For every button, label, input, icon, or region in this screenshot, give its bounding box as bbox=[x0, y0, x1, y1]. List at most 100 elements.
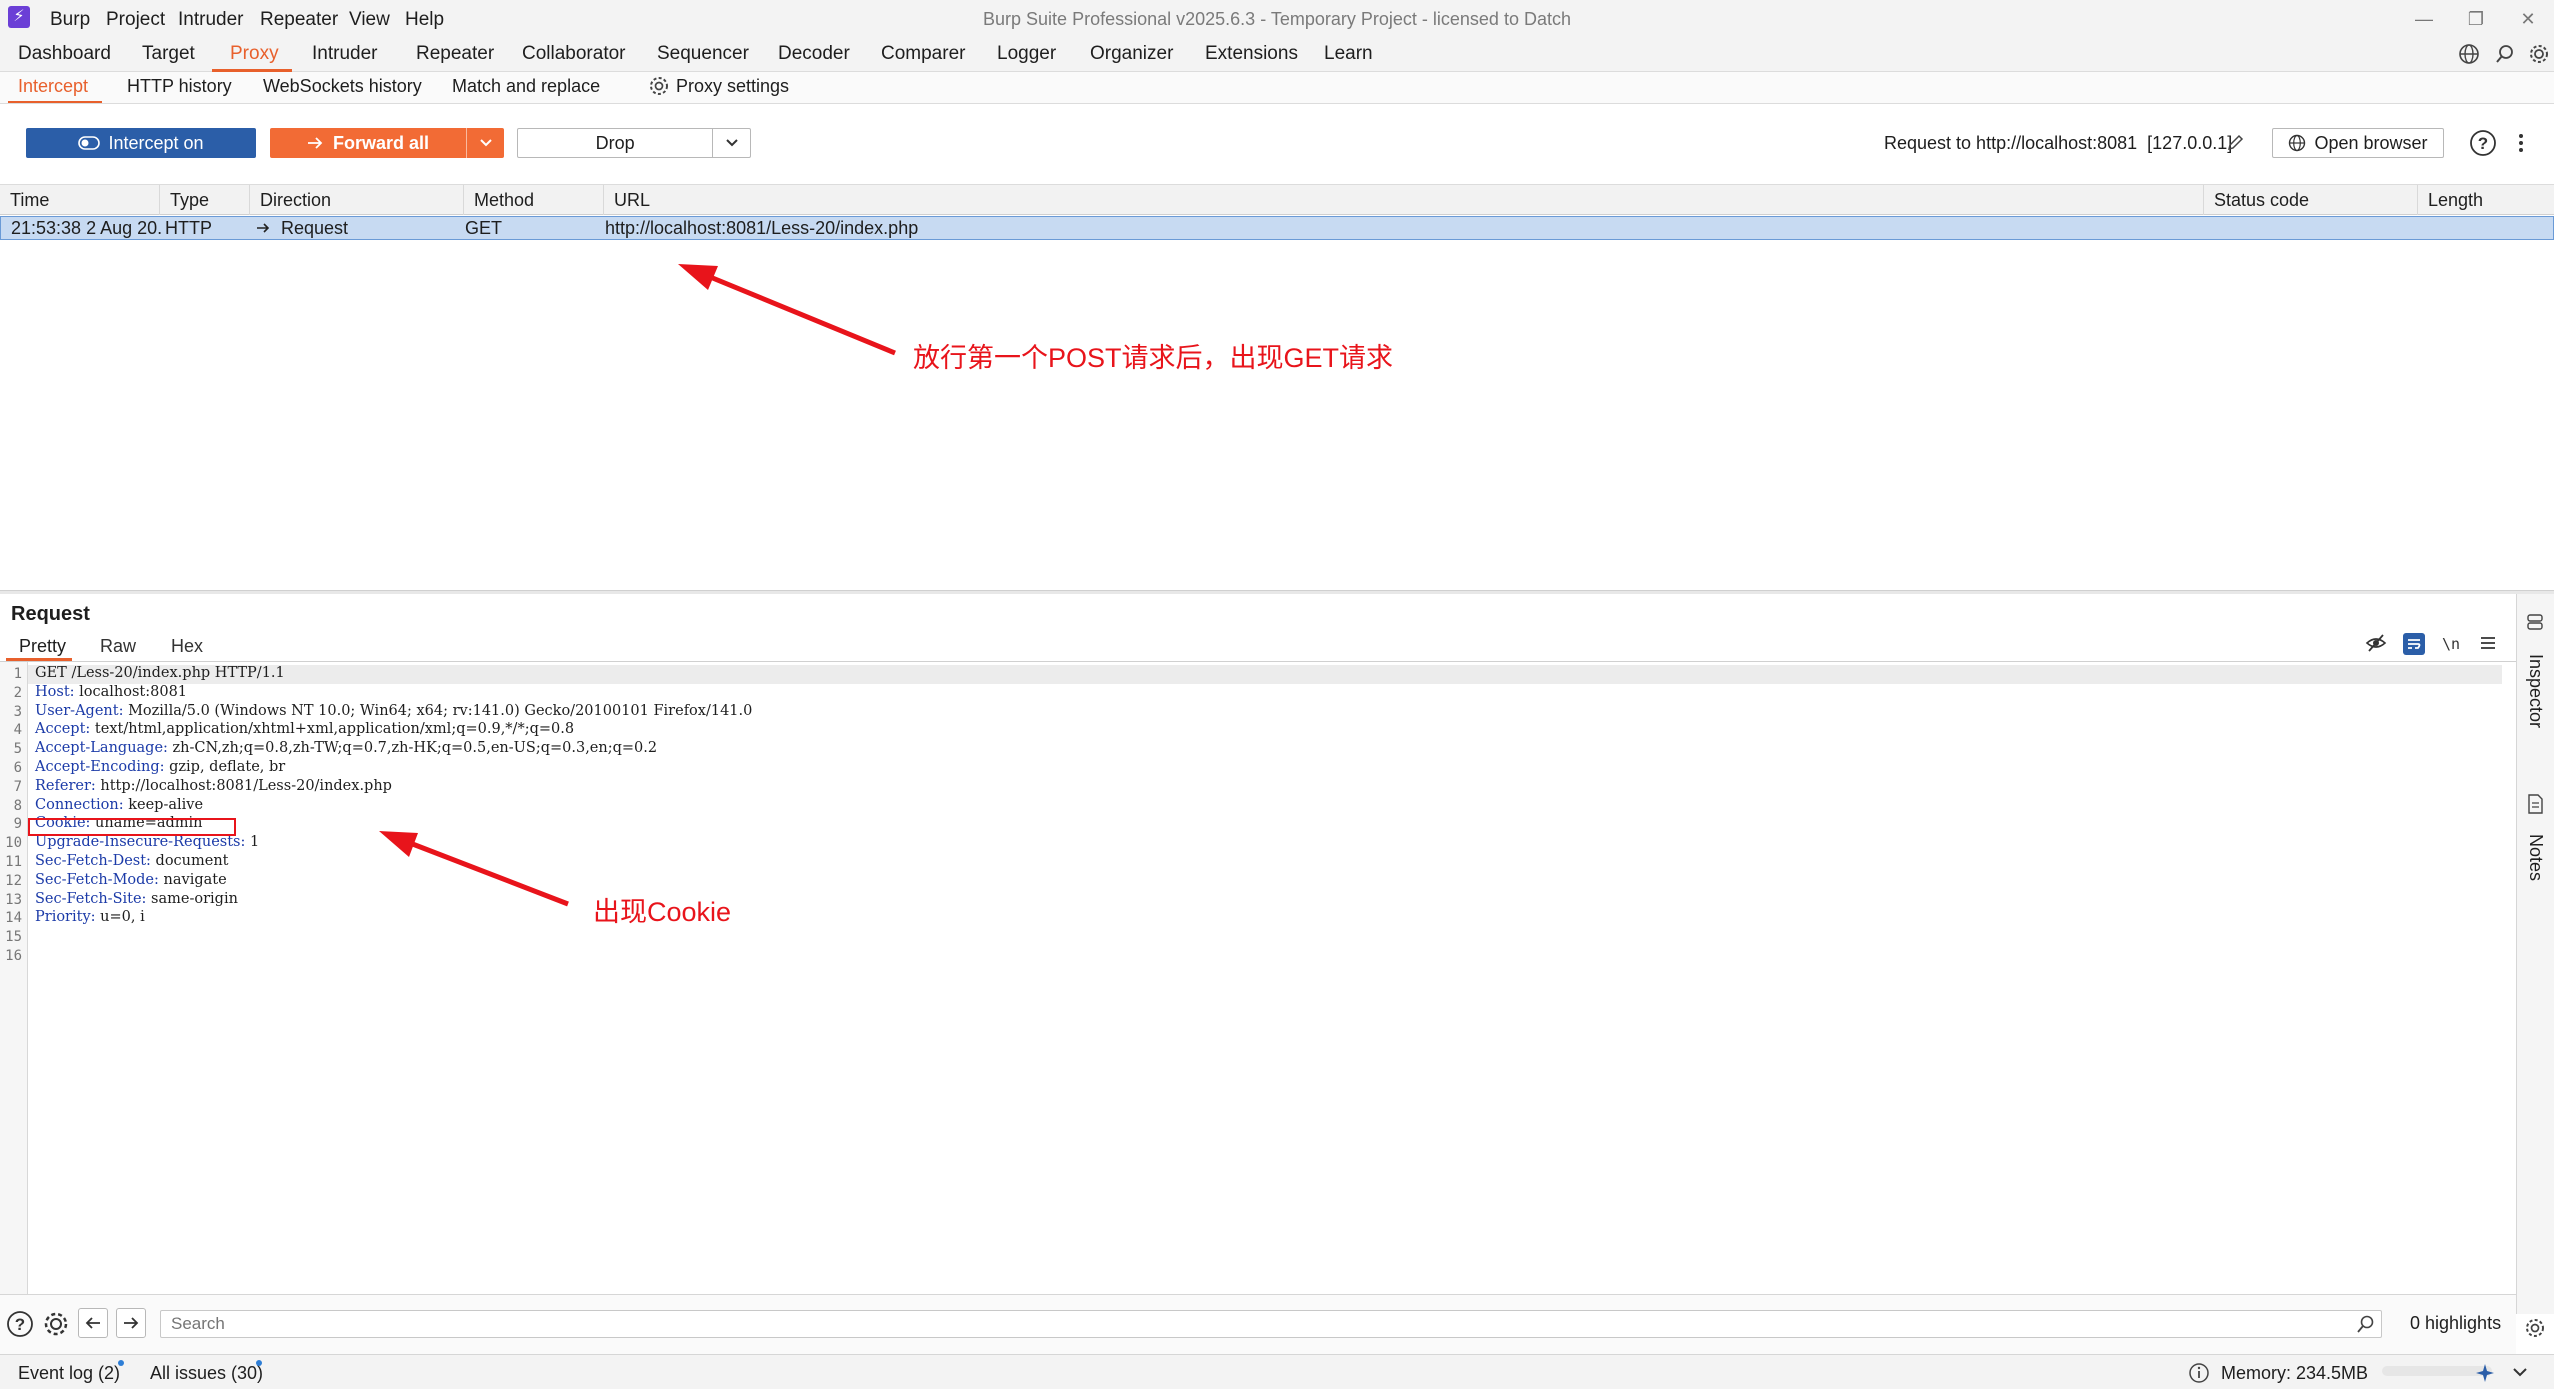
tab-repeater[interactable]: Repeater bbox=[416, 43, 494, 65]
search-input[interactable] bbox=[160, 1310, 2382, 1338]
drop-dropdown-button[interactable] bbox=[712, 129, 750, 157]
menu-project[interactable]: Project bbox=[106, 9, 165, 31]
col-method[interactable]: Method bbox=[464, 185, 604, 215]
ai-sparkle-icon[interactable] bbox=[2474, 1362, 2496, 1384]
tab-comparer[interactable]: Comparer bbox=[881, 43, 965, 65]
tab-target[interactable]: Target bbox=[142, 43, 195, 65]
header-key: User-Agent: bbox=[35, 702, 124, 719]
help-icon[interactable]: ? bbox=[2469, 129, 2497, 157]
tab-sequencer[interactable]: Sequencer bbox=[657, 43, 749, 65]
burp-logo-icon: ⚡ bbox=[8, 6, 30, 28]
info-icon[interactable] bbox=[2188, 1362, 2210, 1384]
newline-toggle-icon[interactable]: \n bbox=[2440, 632, 2462, 654]
request-line[interactable]: Referer: http://localhost:8081/Less-20/i… bbox=[35, 778, 392, 794]
subtab-http-history[interactable]: HTTP history bbox=[127, 76, 232, 97]
request-line[interactable]: Sec-Fetch-Mode: navigate bbox=[35, 872, 227, 888]
svg-text:?: ? bbox=[2478, 134, 2488, 153]
subtab-websockets-history[interactable]: WebSockets history bbox=[263, 76, 422, 97]
inspector-tab[interactable]: Inspector bbox=[2525, 654, 2546, 728]
forward-dropdown-button[interactable] bbox=[466, 128, 504, 158]
menu-repeater[interactable]: Repeater bbox=[260, 9, 338, 31]
line-number: 7 bbox=[13, 778, 22, 795]
forward-all-main[interactable]: Forward all bbox=[270, 128, 466, 158]
header-key: Accept-Encoding: bbox=[35, 759, 165, 775]
subtab-match-and-replace[interactable]: Match and replace bbox=[452, 76, 600, 97]
request-line[interactable]: Accept-Language: zh-CN,zh;q=0.8,zh-TW;q=… bbox=[35, 740, 657, 756]
search-icon[interactable] bbox=[2494, 43, 2516, 65]
search-icon[interactable] bbox=[2356, 1314, 2376, 1334]
header-key: Sec-Fetch-Mode: bbox=[35, 871, 159, 888]
previous-match-button[interactable] bbox=[78, 1308, 108, 1338]
settings-gear-icon[interactable] bbox=[2528, 43, 2550, 65]
header-value: localhost:8081 bbox=[74, 683, 188, 700]
intercept-toggle-button[interactable]: Intercept on bbox=[26, 128, 256, 158]
settings-gear-icon[interactable] bbox=[42, 1310, 70, 1338]
globe-icon[interactable] bbox=[2458, 43, 2480, 65]
menu-help[interactable]: Help bbox=[405, 9, 444, 31]
close-icon[interactable]: ✕ bbox=[2504, 4, 2552, 34]
col-type[interactable]: Type bbox=[160, 185, 250, 215]
wrap-lines-icon[interactable] bbox=[2402, 632, 2426, 656]
help-icon[interactable]: ? bbox=[6, 1310, 34, 1338]
tab-proxy[interactable]: Proxy bbox=[230, 43, 279, 65]
subtab-proxy-settings[interactable]: Proxy settings bbox=[676, 76, 789, 97]
edit-pencil-icon[interactable] bbox=[2226, 132, 2246, 152]
menu-view[interactable]: View bbox=[349, 9, 390, 31]
tab-learn[interactable]: Learn bbox=[1324, 43, 1373, 65]
col-direction[interactable]: Direction bbox=[250, 185, 464, 215]
minimize-icon[interactable]: — bbox=[2400, 4, 2448, 34]
tab-dashboard[interactable]: Dashboard bbox=[18, 43, 111, 65]
event-log-link[interactable]: Event log (2) bbox=[18, 1363, 120, 1384]
request-line[interactable]: Sec-Fetch-Dest: document bbox=[35, 853, 229, 869]
hide-nonprintable-eye-icon[interactable] bbox=[2365, 632, 2387, 654]
request-line[interactable]: Connection: keep-alive bbox=[35, 797, 203, 813]
request-pane-title: Request bbox=[11, 603, 90, 625]
chevron-down-icon[interactable] bbox=[2512, 1366, 2528, 1378]
tab-raw[interactable]: Raw bbox=[100, 636, 136, 657]
tab-decoder[interactable]: Decoder bbox=[778, 43, 850, 65]
open-browser-button[interactable]: Open browser bbox=[2272, 128, 2444, 158]
request-line[interactable]: Host: localhost:8081 bbox=[35, 684, 187, 700]
proxy-settings-gear-icon[interactable] bbox=[648, 75, 670, 97]
request-line[interactable]: Priority: u=0, i bbox=[35, 909, 145, 925]
tab-intruder[interactable]: Intruder bbox=[312, 43, 377, 65]
settings-gear-icon[interactable] bbox=[2524, 1317, 2546, 1339]
tab-pretty[interactable]: Pretty bbox=[19, 636, 66, 657]
request-line[interactable]: User-Agent: Mozilla/5.0 (Windows NT 10.0… bbox=[35, 703, 752, 719]
menu-intruder[interactable]: Intruder bbox=[178, 9, 243, 31]
next-match-button[interactable] bbox=[116, 1308, 146, 1338]
header-value: 1 bbox=[245, 834, 260, 851]
more-options-icon[interactable] bbox=[2514, 130, 2528, 156]
col-time[interactable]: Time bbox=[0, 185, 160, 215]
drop-label[interactable]: Drop bbox=[518, 133, 712, 154]
restore-icon[interactable]: ❐ bbox=[2452, 4, 2500, 34]
tab-collaborator[interactable]: Collaborator bbox=[522, 43, 626, 65]
request-line[interactable]: Accept-Encoding: gzip, deflate, br bbox=[35, 759, 285, 775]
annotation-arrow-top bbox=[678, 264, 896, 356]
request-editor[interactable] bbox=[0, 662, 2516, 1294]
all-issues-link[interactable]: All issues (30) bbox=[150, 1363, 263, 1384]
request-line[interactable]: GET /Less-20/index.php HTTP/1.1 bbox=[35, 665, 285, 681]
request-line[interactable]: Upgrade-Insecure-Requests: 1 bbox=[35, 834, 259, 850]
drop-button[interactable]: Drop bbox=[517, 128, 751, 158]
notes-icon[interactable] bbox=[2526, 793, 2544, 815]
subtab-intercept[interactable]: Intercept bbox=[18, 76, 88, 97]
col-url[interactable]: URL bbox=[604, 185, 2204, 215]
request-line[interactable]: Sec-Fetch-Site: same-origin bbox=[35, 891, 238, 907]
tab-extensions[interactable]: Extensions bbox=[1205, 43, 1298, 65]
col-status-code[interactable]: Status code bbox=[2204, 185, 2418, 215]
inspector-icon[interactable] bbox=[2525, 612, 2545, 632]
request-line[interactable]: Accept: text/html,application/xhtml+xml,… bbox=[35, 721, 574, 737]
table-row[interactable]: 21:53:38 2 Aug 20... HTTP Request GET ht… bbox=[0, 216, 2554, 240]
tab-hex[interactable]: Hex bbox=[171, 636, 203, 657]
arrow-right-icon bbox=[257, 223, 270, 233]
tab-organizer[interactable]: Organizer bbox=[1090, 43, 1173, 65]
col-length[interactable]: Length bbox=[2418, 185, 2554, 215]
menu-burp[interactable]: Burp bbox=[50, 9, 90, 31]
globe-icon bbox=[2289, 134, 2306, 152]
pane-splitter[interactable] bbox=[0, 590, 2554, 594]
tab-logger[interactable]: Logger bbox=[997, 43, 1056, 65]
notes-tab[interactable]: Notes bbox=[2525, 834, 2546, 881]
hamburger-menu-icon[interactable] bbox=[2478, 632, 2498, 654]
forward-all-button[interactable]: Forward all bbox=[270, 128, 504, 158]
